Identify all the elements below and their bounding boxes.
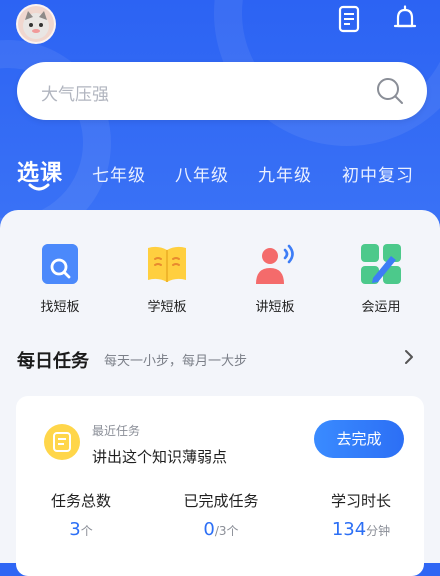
feature-find-weakness[interactable]: 找短板	[20, 242, 100, 315]
task-card: 最近任务 讲出这个知识薄弱点 去完成 任务总数 3个 已完成任务 0/3个 学习…	[16, 396, 424, 576]
book-icon	[148, 246, 186, 282]
stat-completed-tasks: 已完成任务 0/3个	[166, 490, 276, 540]
stat-total-tasks: 任务总数 3个	[36, 490, 126, 540]
tab-grade-8[interactable]: 八年级	[175, 161, 229, 186]
tab-grade-9[interactable]: 九年级	[258, 161, 312, 186]
search-icon[interactable]	[375, 76, 405, 106]
stat-unit: 个	[80, 524, 93, 538]
feature-label: 学短板	[147, 300, 187, 315]
header-background: 大气压强 选课 七年级 八年级 九年级 初中复习	[0, 0, 440, 240]
apply-grid-icon	[361, 244, 401, 284]
search-placeholder[interactable]: 大气压强	[41, 80, 109, 105]
stat-unit: 分钟	[366, 524, 391, 538]
avatar[interactable]	[16, 4, 56, 44]
document-icon[interactable]	[334, 4, 364, 34]
stat-label: 任务总数	[50, 492, 111, 510]
tab-grade-7[interactable]: 七年级	[92, 161, 146, 186]
main-panel: 找短板 学短板 讲短板 会运用 每日任务 每天一小步，每月一大步 最近任务 讲出…	[0, 210, 440, 576]
feature-explain-weakness[interactable]: 讲短板	[235, 242, 315, 315]
feature-label: 找短板	[40, 300, 80, 315]
speaker-person-icon	[256, 244, 294, 284]
feature-study-weakness[interactable]: 学短板	[127, 242, 207, 315]
chevron-right-icon[interactable]	[400, 348, 418, 366]
task-label: 最近任务	[92, 424, 141, 438]
stat-value: 0	[203, 519, 215, 540]
feature-label: 会运用	[361, 300, 401, 315]
task-text: 讲出这个知识薄弱点	[92, 448, 228, 466]
search-bar[interactable]: 大气压强	[17, 62, 427, 120]
daily-tasks-subtitle: 每天一小步，每月一大步	[104, 354, 248, 369]
stat-unit: /3个	[214, 524, 239, 538]
bell-icon[interactable]	[390, 4, 420, 34]
search-board-icon	[42, 244, 78, 284]
go-complete-button[interactable]: 去完成	[314, 420, 404, 458]
task-list-icon	[53, 432, 71, 452]
feature-apply[interactable]: 会运用	[341, 242, 421, 315]
stat-value: 3	[69, 519, 81, 540]
active-tab-indicator	[28, 183, 50, 191]
stat-label: 已完成任务	[183, 492, 259, 510]
feature-label: 讲短板	[255, 300, 295, 315]
stat-value: 134	[331, 519, 367, 540]
daily-tasks-title: 每日任务	[17, 351, 89, 372]
cat-avatar-icon	[23, 11, 49, 39]
stat-study-time: 学习时长 134分钟	[316, 490, 406, 540]
tab-junior-review[interactable]: 初中复习	[342, 161, 414, 186]
stat-label: 学习时长	[330, 492, 391, 510]
task-badge	[44, 424, 80, 460]
grade-tabs: 选课 七年级 八年级 九年级 初中复习	[0, 155, 440, 195]
